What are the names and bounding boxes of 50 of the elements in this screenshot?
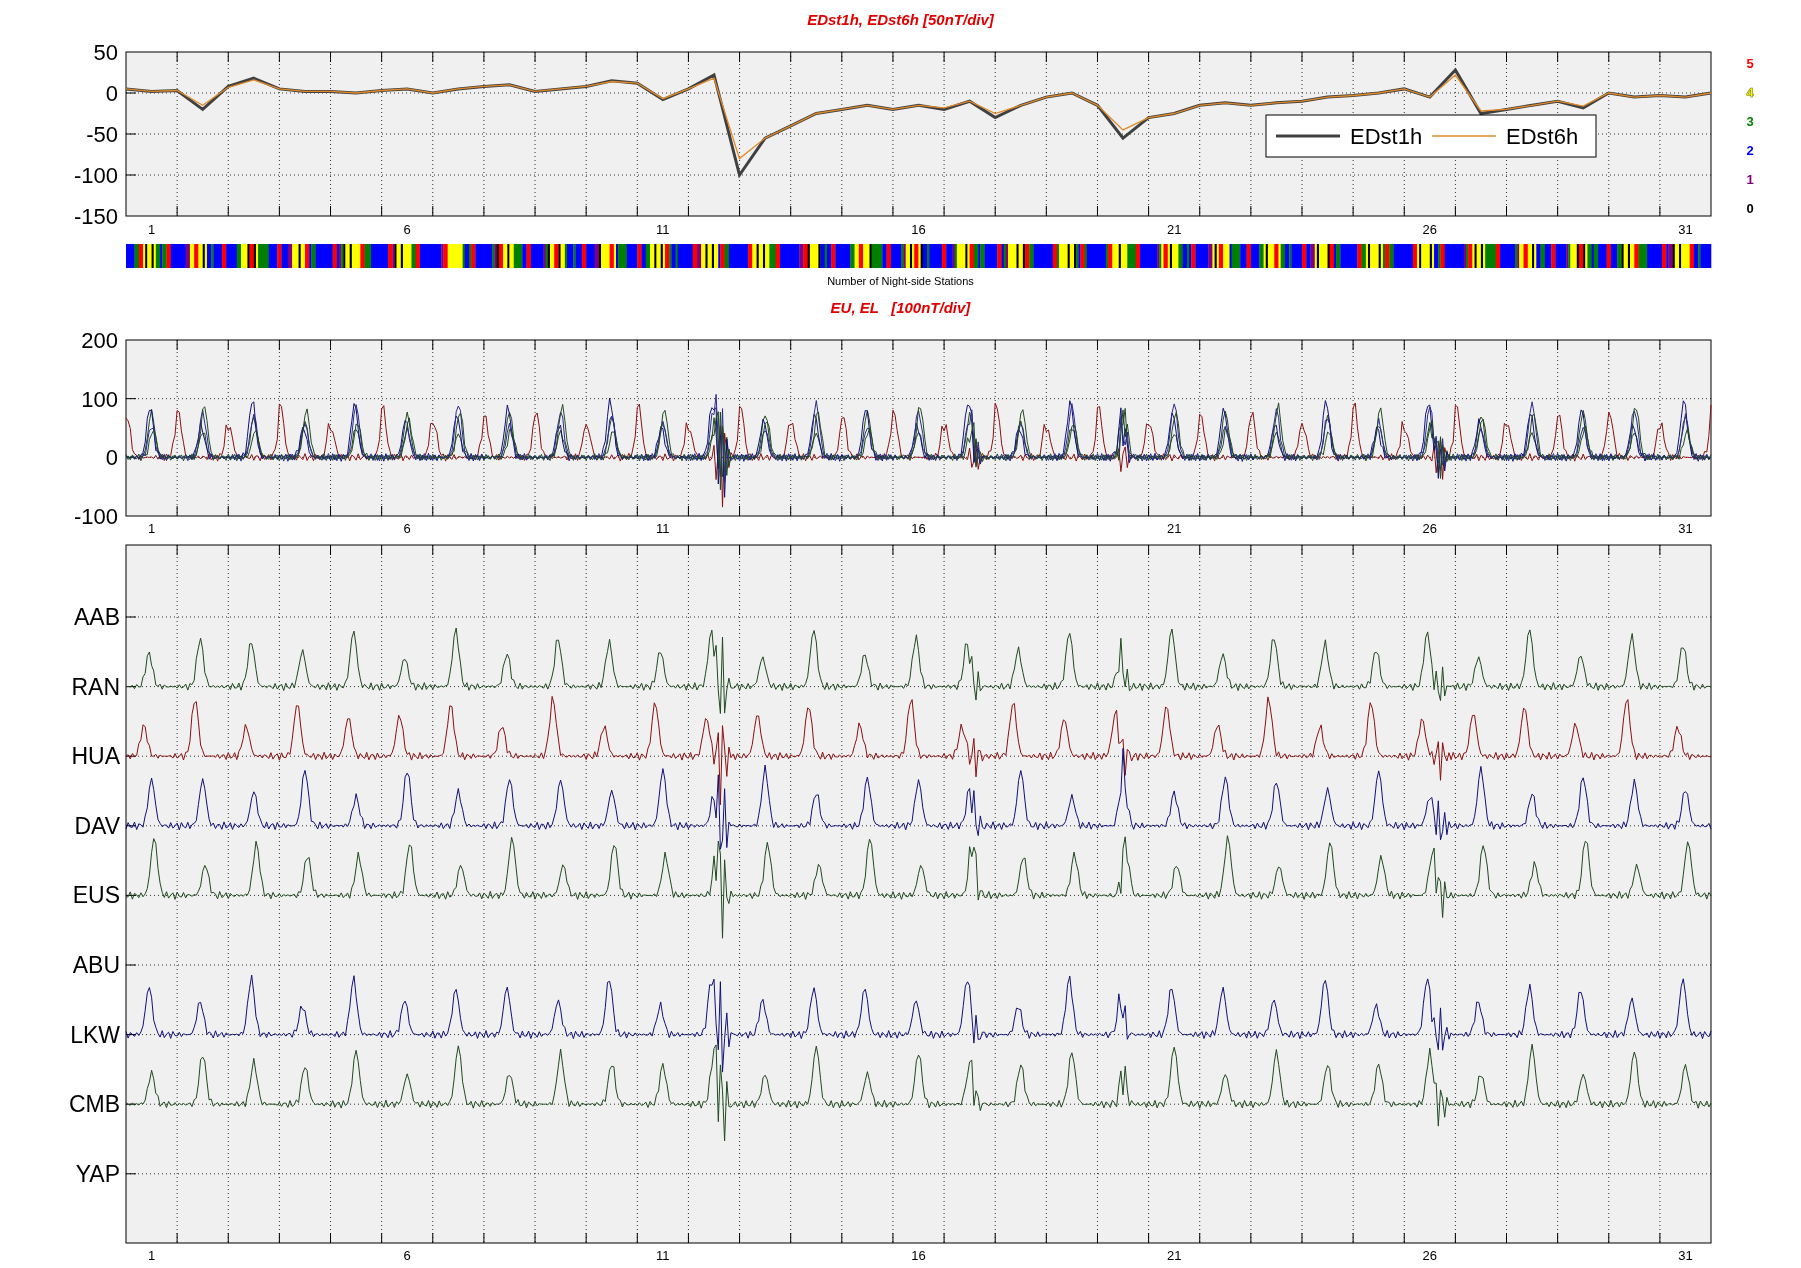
scale-label: 5 xyxy=(1746,56,1754,71)
axis-tick-label: 11 xyxy=(656,521,670,536)
axis-tick-label: 16 xyxy=(911,1248,926,1263)
axis-tick-label: 200 xyxy=(81,328,118,353)
axis-tick-label: 0 xyxy=(105,81,118,106)
scale-label: 3 xyxy=(1746,114,1754,129)
axis-tick-label: 31 xyxy=(1678,222,1693,237)
axis-tick-label: 1 xyxy=(147,521,156,536)
scale-label: 0 xyxy=(1746,201,1754,216)
axis-tick-label: 31 xyxy=(1678,521,1693,536)
station-label: DAV xyxy=(74,812,120,839)
axis-tick-label: 21 xyxy=(1166,1248,1182,1263)
axis-tick-label: 100 xyxy=(81,386,118,412)
axis-tick-label: 26 xyxy=(1422,521,1438,536)
axis-tick-label: 1 xyxy=(147,222,156,237)
station-label: EUS xyxy=(72,882,120,909)
chart-title: EDst1h, EDst6h [50nT/div] xyxy=(807,9,994,30)
legend-label: EDst6h xyxy=(1506,124,1579,149)
axis-tick-label: 1 xyxy=(147,1248,156,1263)
axis-tick-label: 11 xyxy=(656,1248,670,1263)
chart-title: EU, EL [100nT/div] xyxy=(830,297,971,318)
station-label: YAP xyxy=(75,1160,120,1187)
legend-label: EDst1h xyxy=(1350,124,1423,149)
axis-tick-label: 6 xyxy=(403,1248,411,1263)
axis-tick-label: 11 xyxy=(656,222,670,237)
axis-tick-label: 31 xyxy=(1678,1248,1693,1263)
station-label: ABU xyxy=(72,952,120,978)
axis-tick-label: 50 xyxy=(93,40,118,65)
axis-tick-label: -150 xyxy=(73,204,118,229)
station-label: RAN xyxy=(71,673,120,700)
axis-tick-label: -50 xyxy=(86,122,118,147)
colorbar-caption: Number of Night-side Stations xyxy=(827,274,974,289)
axis-tick-label: 26 xyxy=(1422,1248,1438,1263)
station-label: AAB xyxy=(73,604,120,630)
scale-label: 2 xyxy=(1746,143,1754,158)
axis-tick-label: -100 xyxy=(73,163,118,188)
axis-tick-label: 0 xyxy=(105,445,118,471)
axis-tick-label: 6 xyxy=(403,222,411,237)
scale-label: 4 xyxy=(1746,85,1754,100)
station-label: CMB xyxy=(68,1091,120,1118)
scale-label: 1 xyxy=(1746,172,1754,187)
axis-tick-label: 26 xyxy=(1422,222,1438,237)
axis-tick-label: 21 xyxy=(1166,222,1182,237)
axis-tick-label: 16 xyxy=(911,521,926,536)
axis-tick-label: 16 xyxy=(911,222,926,237)
axis-tick-label: 6 xyxy=(403,521,411,536)
station-label: LKW xyxy=(70,1021,120,1048)
axis-tick-label: 21 xyxy=(1166,521,1182,536)
axis-tick-label: -100 xyxy=(73,504,118,529)
station-label: HUA xyxy=(71,743,120,770)
